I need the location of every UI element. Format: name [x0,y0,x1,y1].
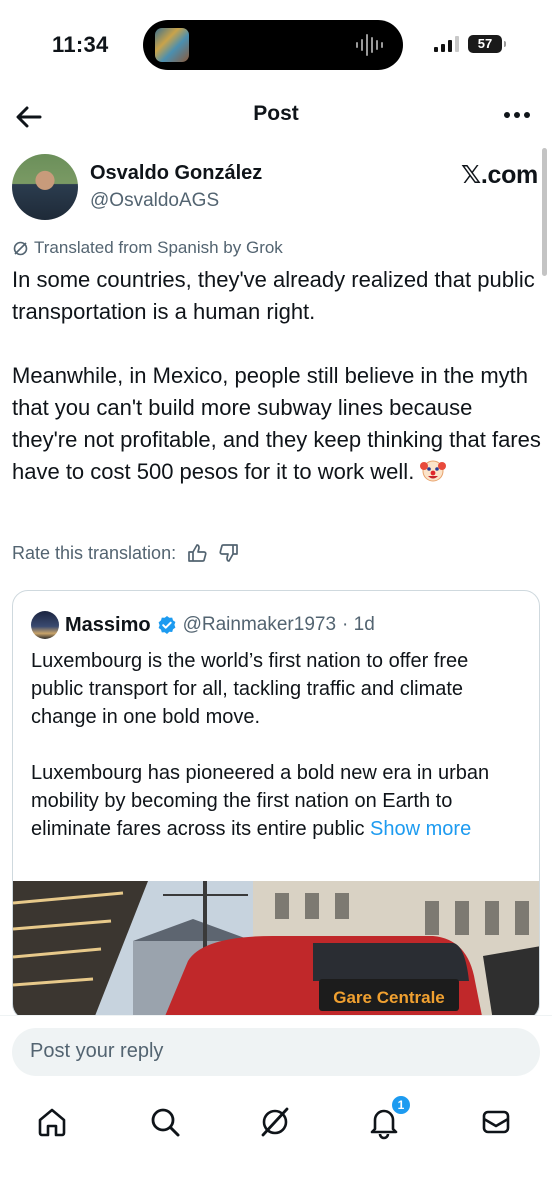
battery-icon: 57 [468,35,506,53]
quoted-author-handle: @Rainmaker1973 [182,614,337,635]
home-icon[interactable] [34,1104,70,1140]
status-time: 11:34 [52,32,109,57]
post-paragraph-with-emoji: Meanwhile, in Mexico, people still belie… [12,360,542,488]
source-badge: 𝕏.com [461,161,538,189]
bottom-area: Post your reply 1 [0,1015,552,1200]
author-name[interactable]: Osvaldo González [90,162,262,185]
post-paragraph: In some countries, they've already reali… [12,267,535,324]
post-text: In some countries, they've already reali… [12,264,542,488]
quoted-paragraph-with-more: Luxembourg has pioneered a bold new era … [31,759,523,843]
notifications-badge: 1 [390,1094,412,1116]
rate-translation: Rate this translation: [12,542,240,564]
quoted-paragraph: Luxembourg is the world’s first nation t… [31,650,469,728]
translation-notice[interactable]: Translated from Spanish by Grok [12,238,283,258]
search-icon[interactable] [147,1104,183,1140]
thumbs-up-icon[interactable] [186,542,208,564]
audio-waveform-icon [356,34,383,56]
messages-icon[interactable] [478,1104,514,1140]
post-author[interactable]: Osvaldo González @OsvaldoAGS 𝕏.com [12,152,540,222]
author-handle[interactable]: @OsvaldoAGS [90,190,219,212]
quoted-post-image[interactable]: Gare Centrale [13,881,539,1019]
cellular-signal-icon [434,36,459,52]
quoted-post-age: · 1d [342,614,375,635]
quoted-post[interactable]: Massimo @Rainmaker1973 · 1d Luxembourg i… [12,590,540,1020]
tram-destination-sign: Gare Centrale [333,988,445,1007]
post-paragraph: Meanwhile, in Mexico, people still belie… [12,363,541,484]
reply-input[interactable]: Post your reply [12,1028,540,1076]
status-indicators: 57 [434,35,506,53]
thumbs-down-icon[interactable] [218,542,240,564]
now-playing-artwork [155,28,189,62]
avatar[interactable] [12,154,78,220]
clown-face-icon [420,460,447,482]
scroll-indicator[interactable] [542,148,547,276]
show-more-link[interactable]: Show more [370,818,471,840]
quoted-author-name: Massimo [65,613,151,636]
page-title: Post [253,102,299,125]
quoted-post-text: Luxembourg is the world’s first nation t… [31,647,523,871]
quoted-post-header: Massimo @Rainmaker1973 · 1d [31,611,375,639]
translation-notice-label: Translated from Spanish by Grok [34,238,283,257]
more-options-icon[interactable] [502,102,532,128]
quoted-avatar [31,611,59,639]
tab-bar: 1 [0,1094,552,1156]
post-header: Post [0,92,552,140]
status-bar: 11:34 57 [0,0,552,92]
verified-badge-icon [158,616,175,634]
rate-translation-label: Rate this translation: [12,542,177,563]
dynamic-island[interactable] [143,20,403,70]
notifications-tab[interactable]: 1 [366,1094,412,1140]
grok-tab-icon[interactable] [257,1104,293,1140]
grok-icon [13,241,28,255]
tram-photo: Gare Centrale [13,881,539,1019]
